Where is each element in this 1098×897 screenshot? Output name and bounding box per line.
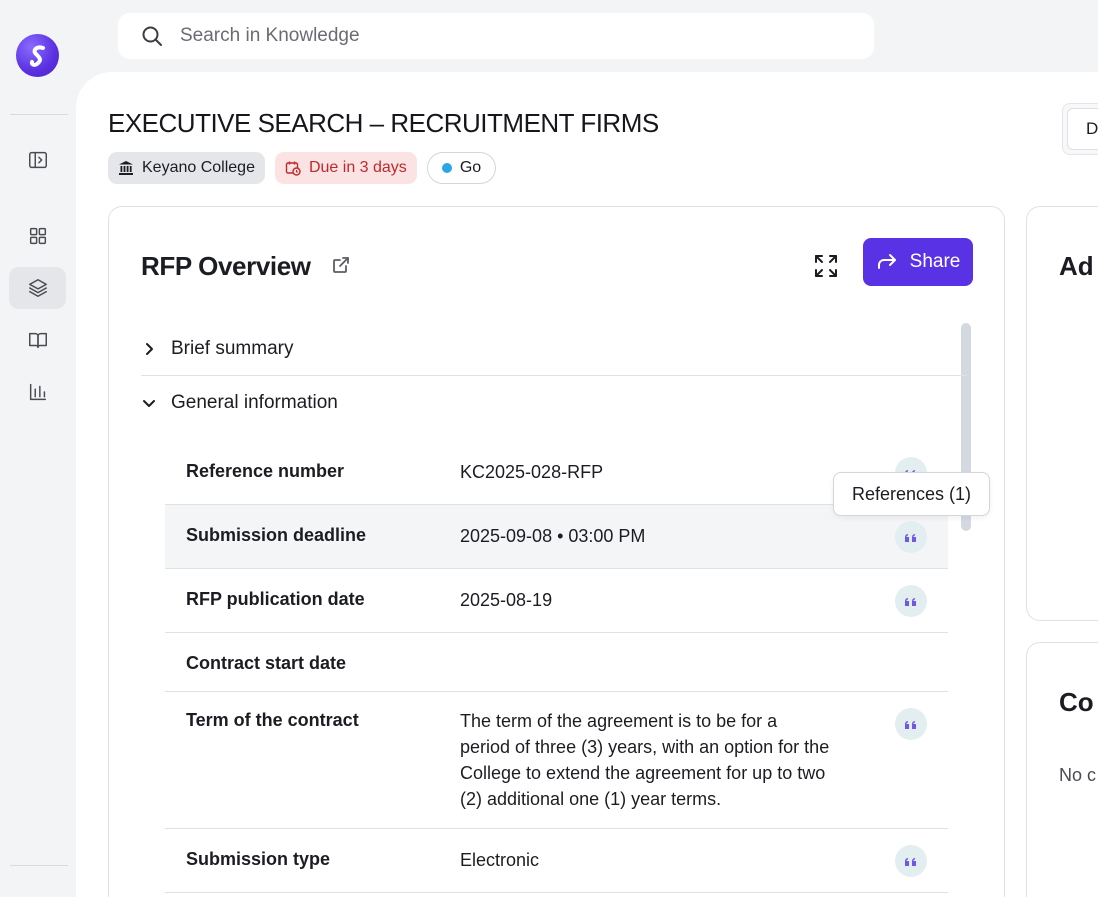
organization-name: Keyano College bbox=[142, 159, 255, 176]
chevron-down-icon bbox=[143, 400, 155, 407]
table-row-submission-type: Submission type Electronic bbox=[165, 829, 948, 893]
table-row-contract-start-date: Contract start date bbox=[165, 633, 948, 692]
status-text: Go bbox=[459, 159, 482, 176]
row-label: Submission deadline bbox=[186, 525, 367, 545]
share-arrow-icon bbox=[877, 254, 896, 269]
tag-chips: Keyano College Due in 3 days Go bbox=[108, 152, 497, 184]
quote-icon bbox=[905, 598, 916, 606]
top-right-action-label: Da bbox=[1067, 108, 1098, 150]
quote-icon bbox=[905, 721, 916, 729]
quote-icon bbox=[905, 858, 916, 866]
sidebar-toggle-icon bbox=[28, 151, 47, 169]
left-rail bbox=[0, 0, 76, 897]
share-label: Share bbox=[909, 251, 961, 272]
table-row-reference-number: Reference number KC2025-028-RFP bbox=[165, 441, 948, 505]
calendar-clock-icon bbox=[285, 161, 301, 176]
due-date-chip: Due in 3 days bbox=[274, 152, 417, 184]
section-label: Brief summary bbox=[171, 338, 294, 359]
row-label: RFP publication date bbox=[186, 589, 365, 609]
book-open-icon bbox=[28, 332, 47, 349]
reference-button[interactable] bbox=[895, 521, 927, 553]
table-row-term-of-contract: Term of the contract The term of the agr… bbox=[165, 692, 948, 829]
due-date-text: Due in 3 days bbox=[308, 159, 407, 176]
row-value: 2025-09-08 • 03:00 PM bbox=[460, 526, 646, 546]
reference-button[interactable] bbox=[895, 845, 927, 877]
row-value bbox=[460, 653, 860, 691]
row-value: 2025-08-19 bbox=[460, 590, 553, 610]
row-label: Submission type bbox=[186, 849, 331, 869]
section-label: General information bbox=[171, 392, 338, 413]
rail-divider bbox=[10, 114, 68, 115]
right-card-top: Ad bbox=[1026, 206, 1098, 621]
expand-icon bbox=[815, 255, 837, 277]
reference-button[interactable] bbox=[895, 708, 927, 740]
toggle-sidebar-button[interactable] bbox=[9, 139, 66, 181]
quote-icon bbox=[905, 534, 916, 542]
row-label: Reference number bbox=[186, 461, 345, 481]
right-card-bottom: Co No c bbox=[1026, 642, 1098, 897]
organization-chip[interactable]: Keyano College bbox=[108, 152, 265, 184]
reference-button[interactable] bbox=[895, 585, 927, 617]
nav-knowledge[interactable] bbox=[9, 319, 66, 361]
open-external-button[interactable] bbox=[331, 255, 351, 280]
institution-icon bbox=[119, 161, 133, 175]
external-link-icon bbox=[333, 257, 349, 273]
row-value: KC2025-028-RFP bbox=[460, 462, 604, 482]
share-button[interactable]: Share bbox=[863, 238, 973, 286]
page-title: EXECUTIVE SEARCH – RECRUITMENT FIRMS bbox=[108, 108, 659, 138]
row-value: The term of the agreement is to be for a… bbox=[460, 711, 830, 809]
nav-dashboard[interactable] bbox=[9, 215, 66, 257]
section-divider bbox=[141, 375, 967, 376]
app-logo[interactable] bbox=[16, 34, 59, 77]
grid-icon bbox=[29, 227, 46, 245]
bar-chart-icon bbox=[29, 383, 46, 401]
search-icon bbox=[142, 26, 162, 46]
status-chip[interactable]: Go bbox=[426, 152, 497, 184]
search-input[interactable] bbox=[180, 25, 780, 47]
status-dot-icon bbox=[441, 163, 452, 173]
fullscreen-button[interactable] bbox=[813, 253, 839, 284]
info-table: Reference number KC2025-028-RFP Submissi… bbox=[165, 441, 948, 893]
search-bar[interactable] bbox=[118, 13, 874, 59]
row-label: Term of the contract bbox=[186, 710, 359, 730]
rfp-overview-card: RFP Overview Share Brief summary General… bbox=[108, 206, 1005, 897]
references-tooltip: References (1) bbox=[833, 472, 990, 516]
section-general-information[interactable]: General information bbox=[141, 377, 967, 429]
row-value: Electronic bbox=[460, 850, 540, 870]
nav-projects[interactable] bbox=[9, 267, 66, 309]
right-card-bottom-text: No c bbox=[1059, 765, 1097, 785]
row-label: Contract start date bbox=[186, 653, 347, 673]
top-right-action[interactable]: Da bbox=[1062, 103, 1098, 155]
card-title: RFP Overview bbox=[141, 251, 311, 281]
right-card-bottom-title: Co bbox=[1059, 687, 1094, 717]
table-row-publication-date: RFP publication date 2025-08-19 bbox=[165, 569, 948, 633]
right-card-top-title: Ad bbox=[1059, 251, 1094, 281]
chevron-right-icon bbox=[146, 343, 153, 355]
table-row-submission-deadline: Submission deadline 2025-09-08 • 03:00 P… bbox=[165, 505, 948, 569]
layers-icon bbox=[28, 279, 47, 297]
logo-icon bbox=[29, 45, 45, 67]
nav-analytics[interactable] bbox=[9, 371, 66, 413]
section-brief-summary[interactable]: Brief summary bbox=[141, 323, 967, 375]
rail-divider-bottom bbox=[10, 865, 68, 866]
